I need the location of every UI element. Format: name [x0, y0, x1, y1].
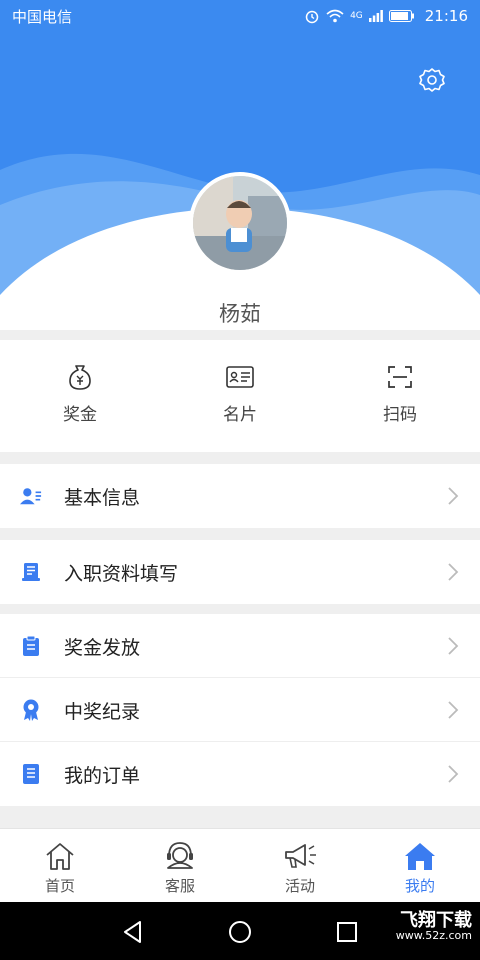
- menu-item-prize-records[interactable]: 中奖纪录: [0, 678, 480, 742]
- avatar[interactable]: [189, 172, 291, 274]
- tab-mine[interactable]: 我的: [360, 829, 480, 902]
- watermark-url: www.52z.com: [395, 929, 472, 942]
- signal-icon: [368, 10, 383, 22]
- menu-item-basic-info[interactable]: 基本信息: [0, 464, 480, 528]
- watermark-title: 飞翔下载: [400, 910, 472, 931]
- clock-time: 21:16: [424, 7, 468, 25]
- menu-item-bonus-payout[interactable]: 奖金发放: [0, 614, 480, 678]
- business-card-icon: [226, 366, 254, 388]
- tab-label: 活动: [284, 877, 315, 895]
- tab-label: 首页: [44, 877, 75, 895]
- carrier-name: 中国电信: [12, 7, 73, 26]
- home-filled-icon: [405, 843, 435, 870]
- back-triangle-icon[interactable]: [120, 919, 146, 945]
- business-card-button[interactable]: 名片: [160, 340, 320, 452]
- menu-label: 中奖纪录: [64, 700, 141, 723]
- tab-label: 客服: [164, 877, 195, 895]
- home-circle-icon[interactable]: [227, 919, 253, 945]
- scan-button[interactable]: 扫码: [320, 340, 480, 452]
- home-outline-icon: [46, 843, 74, 870]
- headset-icon: [167, 842, 193, 869]
- chevron-right-icon: [448, 701, 459, 719]
- chevron-right-icon: [448, 563, 459, 581]
- award-icon: [23, 699, 39, 721]
- network-type: 4G: [350, 11, 363, 21]
- status-bar: 中国电信 4G 21:16: [0, 0, 480, 32]
- order-icon: [23, 764, 39, 784]
- watermark: 飞翔下载 www.52z.com: [396, 912, 472, 942]
- battery-icon: [388, 10, 414, 22]
- recents-square-icon[interactable]: [334, 919, 360, 945]
- tab-label: 我的: [404, 877, 435, 895]
- bonus-button[interactable]: 奖金: [0, 340, 160, 452]
- chevron-right-icon: [448, 765, 459, 783]
- scan-icon: [388, 366, 412, 388]
- menu-label: 基本信息: [64, 486, 141, 509]
- alarm-icon: [305, 10, 319, 24]
- bonus-label: 奖金: [63, 405, 97, 425]
- tab-activities[interactable]: 活动: [240, 829, 360, 902]
- business-card-label: 名片: [223, 405, 257, 425]
- system-navigation-bar: 飞翔下载 www.52z.com: [0, 902, 480, 960]
- wifi-icon: [326, 9, 344, 23]
- profile-header: 中国电信 4G 21:16: [0, 0, 480, 330]
- gear-icon: [419, 68, 445, 92]
- menu-item-onboarding-form[interactable]: 入职资料填写: [0, 540, 480, 604]
- user-name: 杨茹: [219, 302, 261, 326]
- quick-actions: 奖金 名片 扫码: [0, 340, 480, 452]
- header-wave-background: [0, 0, 480, 330]
- chevron-right-icon: [448, 637, 459, 655]
- tab-home[interactable]: 首页: [0, 829, 120, 902]
- form-icon: [22, 563, 40, 581]
- menu-label: 奖金发放: [64, 636, 141, 659]
- settings-button[interactable]: [416, 64, 448, 96]
- menu-label: 我的订单: [64, 764, 141, 787]
- clipboard-icon: [23, 636, 39, 656]
- megaphone-icon: [285, 844, 316, 868]
- user-info-icon: [20, 488, 42, 505]
- tab-customer-service[interactable]: 客服: [120, 829, 240, 902]
- chevron-right-icon: [448, 487, 459, 505]
- menu-label: 入职资料填写: [64, 562, 179, 585]
- menu-item-my-orders[interactable]: 我的订单: [0, 742, 480, 806]
- money-bag-icon: [69, 365, 91, 390]
- avatar-photo: [193, 176, 287, 270]
- bottom-tab-bar: 首页 客服 活动 我的: [0, 828, 480, 902]
- scan-label: 扫码: [383, 405, 417, 425]
